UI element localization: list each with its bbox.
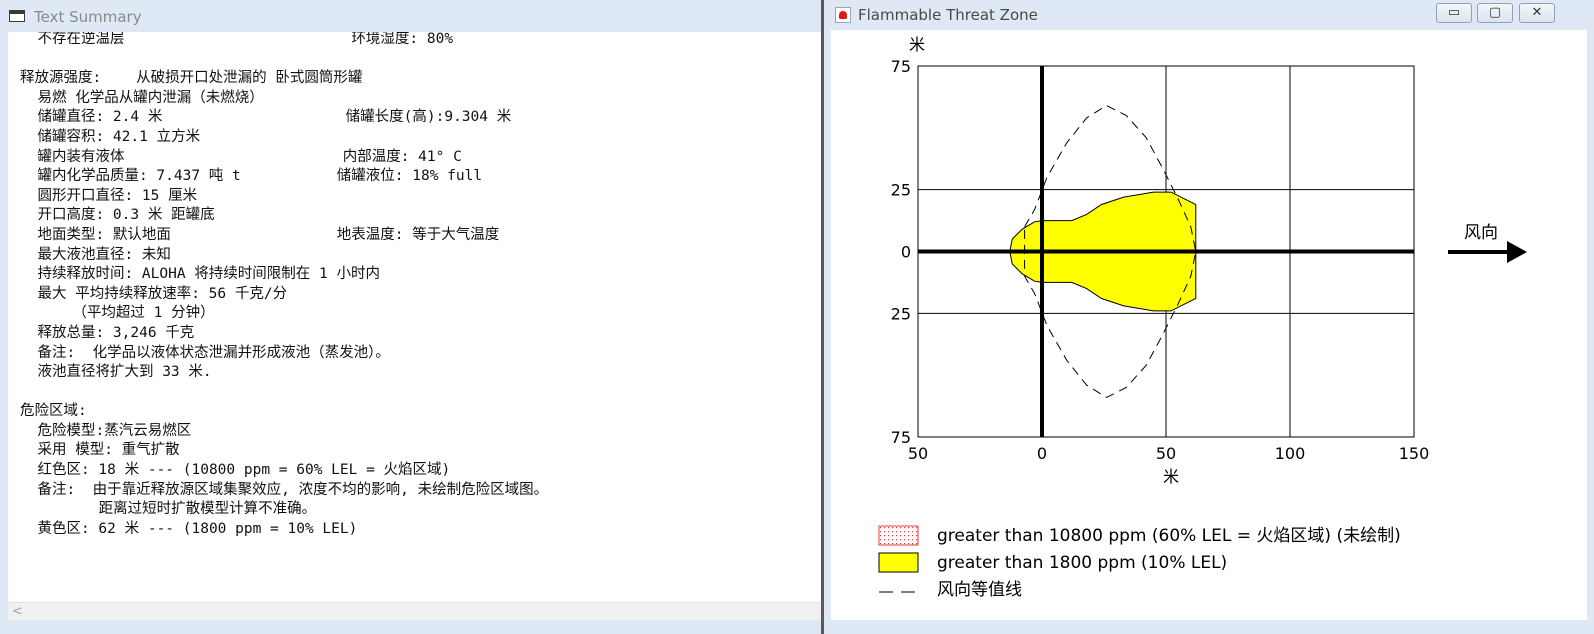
wind-direction-label: 风向 (1464, 223, 1498, 243)
aloha-app-icon[interactable] (835, 7, 851, 23)
y-tick-label: 75 (891, 428, 911, 447)
summary-text-list: 不存在逆温层 环境湿度: 80% 释放源强度: 从破损开口处泄漏的 卧式圆筒形罐 … (20, 32, 548, 539)
summary-line: （平均超过 1 分钟） (20, 305, 215, 322)
summary-line: 备注: 由于靠近释放源区域集聚效应, 浓度不均的影响, 未绘制危险区域图。 (20, 481, 549, 498)
summary-line: 不存在逆温层 环境湿度: 80% (20, 32, 454, 47)
legend-label: greater than 10800 ppm (60% LEL = 火焰区域) … (937, 526, 1401, 546)
x-unit-label: 米 (1163, 467, 1179, 486)
legend-swatch-yellow (878, 552, 919, 573)
y-tick-label: 75 (891, 57, 911, 76)
summary-line: 采用 模型: 重气扩散 (20, 442, 180, 459)
threat-zone-window: Flammable Threat Zone ▭ ▢ ✕ 50 0 50 100 150 7… (824, 0, 1594, 634)
window-frame (0, 620, 832, 634)
text-summary-window: Text Summary 不存在逆温层 环境湿度: 80% 释放源强度: 从破损开… (0, 0, 832, 634)
summary-line: 开口高度: 0.3 米 距罐底 (20, 207, 215, 224)
legend-label: greater than 1800 ppm (10% LEL) (937, 553, 1227, 573)
summary-line: 红色区: 18 米 --- (10800 ppm = 60% LEL = 火焰区… (20, 462, 451, 479)
x-tick-label: 100 (1275, 444, 1306, 463)
text-summary-pane: 不存在逆温层 环境湿度: 80% 释放源强度: 从破损开口处泄漏的 卧式圆筒形罐 … (8, 32, 832, 612)
summary-line: 罐内装有液体 内部温度: 41° C (20, 148, 462, 165)
window-title: Text Summary (34, 8, 142, 26)
x-tick-label: 50 (1156, 444, 1176, 463)
summary-line (20, 383, 548, 403)
threat-zone-chart: 50 0 50 100 150752502575 米 米 风向 greater than… (878, 35, 1527, 600)
summary-line: 最大 平均持续释放速率: 56 千克/分 (20, 285, 288, 302)
horizontal-scrollbar[interactable]: < (8, 602, 832, 621)
summary-line: 危险模型:蒸汽云易燃区 (20, 422, 192, 439)
y-unit-label: 米 (909, 35, 925, 54)
summary-line: 最大液池直径: 未知 (20, 246, 171, 263)
scroll-left-arrow-icon[interactable]: < (12, 603, 23, 621)
summary-line: 圆形开口直径: 15 厘米 (20, 187, 198, 204)
summary-line: 储罐直径: 2.4 米 储罐长度(高):9.304 米 (20, 109, 512, 126)
summary-line: 易燃 化学品从罐内泄漏（未燃烧） (20, 89, 264, 106)
summary-line: 罐内化学品质量: 7.437 吨 t 储罐液位: 18% full (20, 168, 483, 185)
window-app-icon[interactable] (9, 10, 25, 22)
close-button[interactable]: ✕ (1519, 3, 1555, 23)
summary-line: 地面类型: 默认地面 地表温度: 等于大气温度 (20, 226, 500, 243)
summary-line: 释放总量: 3,246 千克 (20, 324, 195, 341)
wind-arrow-icon (1507, 241, 1527, 263)
window-title: Flammable Threat Zone (858, 6, 1038, 24)
y-tick-label: 25 (891, 304, 911, 323)
summary-line: 持续释放时间: ALOHA 将持续时间限制在 1 小时内 (20, 266, 380, 283)
summary-line: 储罐容积: 42.1 立方米 (20, 128, 201, 145)
title-bar[interactable]: Text Summary (0, 0, 832, 32)
summary-line: 黄色区: 62 米 --- (1800 ppm = 10% LEL) (20, 520, 358, 537)
wind-direction-indicator: 风向 (1448, 223, 1527, 263)
y-tick-label: 0 (901, 243, 911, 262)
title-bar[interactable]: Flammable Threat Zone ▭ ▢ ✕ (824, 0, 1594, 30)
minimize-button[interactable]: ▭ (1436, 3, 1472, 23)
y-tick-label: 25 (891, 181, 911, 200)
summary-line (20, 50, 548, 70)
summary-line: 危险区域: (20, 403, 87, 420)
threat-zone-plot-area: 50 0 50 100 150 75 25 0 25 75 米 米 风向 greater than… (831, 30, 1587, 620)
x-tick-label: 0 (1037, 444, 1047, 463)
maximize-button[interactable]: ▢ (1477, 3, 1513, 23)
legend-swatch-red-dotted (878, 525, 919, 546)
x-tick-label: 150 (1399, 444, 1430, 463)
summary-line: 释放源强度: 从破损开口处泄漏的 卧式圆筒形罐 (20, 70, 363, 87)
legend-label: 风向等值线 (937, 580, 1022, 600)
summary-line: 备注: 化学品以液体状态泄漏并形成液池（蒸发池）。 (20, 344, 390, 361)
summary-line: 液池直径将扩大到 33 米. (20, 364, 212, 381)
summary-line: 距离过短时扩散模型计算不准确。 (20, 501, 317, 518)
chart-legend: greater than 10800 ppm (60% LEL = 火焰区域) … (878, 525, 1401, 600)
